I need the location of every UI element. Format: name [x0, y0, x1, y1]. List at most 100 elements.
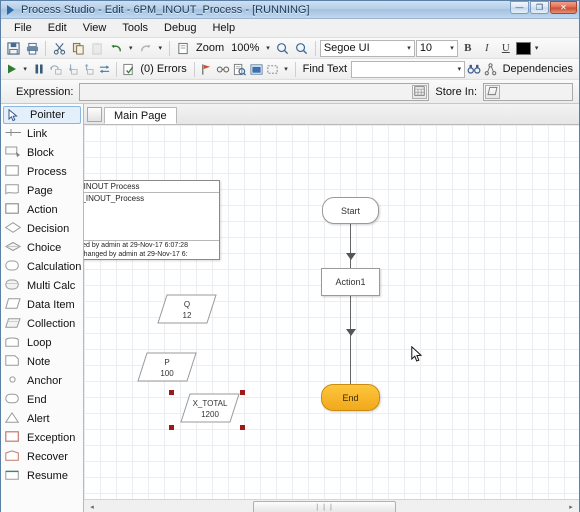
search-doc-icon[interactable] [232, 60, 247, 78]
horizontal-scrollbar[interactable]: ◂ ❘❘❘ ▸ [84, 499, 579, 512]
store-in-input[interactable] [483, 82, 573, 101]
tool-recover[interactable]: Recover [1, 447, 83, 466]
tool-page[interactable]: Page [1, 181, 83, 200]
window-controls: — ❐ ✕ [510, 1, 577, 14]
expression-input[interactable] [79, 82, 430, 101]
redo-icon[interactable] [137, 39, 155, 57]
save-icon[interactable] [4, 39, 22, 57]
menu-tools[interactable]: Tools [114, 20, 156, 36]
font-size-select[interactable]: 10 ▾ [415, 39, 458, 57]
menu-view[interactable]: View [75, 20, 115, 36]
tool-data-item[interactable]: Data Item [1, 295, 83, 314]
note-title: 6PM INOUT Process [84, 181, 219, 193]
tool-process[interactable]: Process [1, 162, 83, 181]
close-button[interactable]: ✕ [550, 1, 577, 14]
tool-exception[interactable]: Exception [1, 428, 83, 447]
process-canvas[interactable]: 6PM INOUT Process 6PM_INOUT_Process Crea… [84, 125, 579, 499]
select-dropdown-icon[interactable]: ▾ [281, 65, 291, 73]
tool-resume[interactable]: Resume [1, 466, 83, 485]
validate-icon[interactable] [121, 60, 136, 78]
tool-block[interactable]: Block [1, 143, 83, 162]
chevron-down-icon[interactable]: chevron-down-icon [87, 107, 102, 122]
pause-icon[interactable] [31, 60, 46, 78]
tool-alert[interactable]: Alert [1, 409, 83, 428]
data-item-value: 12 [182, 311, 192, 320]
scroll-track[interactable]: ❘❘❘ [100, 500, 563, 512]
menu-edit[interactable]: Edit [40, 20, 75, 36]
flag-icon[interactable] [199, 60, 214, 78]
tool-multi-calc[interactable]: Multi Calc [1, 276, 83, 295]
data-item-p[interactable]: P 100 [137, 352, 197, 382]
redo-dropdown-icon[interactable]: ▾ [156, 44, 166, 52]
binoculars-plus-icon[interactable] [466, 60, 482, 78]
menu-debug[interactable]: Debug [156, 20, 204, 36]
text-color-dropdown-icon[interactable]: ▾ [532, 44, 542, 52]
zoom-page-icon[interactable] [174, 39, 192, 57]
tool-choice[interactable]: Choice [1, 238, 83, 257]
play-icon[interactable] [4, 60, 19, 78]
scroll-thumb[interactable]: ❘❘❘ [252, 501, 397, 512]
selection-handle-bottom-left[interactable] [169, 425, 174, 430]
tool-pointer[interactable]: Pointer [3, 106, 81, 124]
data-item-q[interactable]: Q 12 [157, 294, 217, 324]
selection-handle-bottom-right[interactable] [240, 425, 245, 430]
process-note-box[interactable]: 6PM INOUT Process 6PM_INOUT_Process Crea… [84, 180, 220, 260]
underline-button[interactable]: U [497, 39, 515, 57]
debug-separator [116, 61, 117, 77]
zoom-value[interactable]: 100% [228, 42, 262, 54]
tool-end[interactable]: End [1, 390, 83, 409]
step-into-icon[interactable] [64, 60, 79, 78]
paste-icon[interactable] [88, 39, 106, 57]
glasses-icon[interactable] [215, 60, 231, 78]
italic-button[interactable]: I [478, 39, 496, 57]
tool-anchor[interactable]: Anchor [1, 371, 83, 390]
text-color-swatch[interactable] [515, 41, 531, 55]
tab-main-page[interactable]: Main Page [104, 107, 177, 124]
find-text-input[interactable]: ▾ [351, 60, 466, 78]
bold-button[interactable]: B [459, 39, 477, 57]
panel-icon[interactable] [248, 60, 263, 78]
tool-loop[interactable]: Loop [1, 333, 83, 352]
process-studio-window: Process Studio - Edit - 6PM_INOUT_Proces… [0, 0, 580, 512]
step-out-icon[interactable] [80, 60, 95, 78]
undo-dropdown-icon[interactable]: ▾ [126, 44, 136, 52]
scroll-right-button[interactable]: ▸ [563, 500, 579, 512]
action-icon [5, 203, 22, 216]
font-family-select[interactable]: Segoe UI ▾ [319, 39, 415, 57]
zoom-out-icon[interactable] [293, 39, 311, 57]
tool-link[interactable]: Link [1, 124, 83, 143]
tool-calculation[interactable]: Calculation [1, 257, 83, 276]
calculator-icon[interactable] [412, 84, 428, 99]
tool-action[interactable]: Action [1, 200, 83, 219]
node-start[interactable]: Start [322, 197, 379, 224]
menu-help[interactable]: Help [204, 20, 243, 36]
connector-start-action1[interactable] [350, 223, 351, 269]
close-icon: ✕ [560, 3, 567, 12]
copy-icon[interactable] [69, 39, 87, 57]
print-icon[interactable] [23, 39, 41, 57]
tool-note[interactable]: Note [1, 352, 83, 371]
dependencies-icon[interactable] [483, 60, 498, 78]
run-dropdown-icon[interactable]: ▾ [20, 65, 30, 73]
minimize-button[interactable]: — [510, 1, 529, 14]
node-action1[interactable]: Action1 [321, 268, 380, 296]
scroll-left-button[interactable]: ◂ [84, 500, 100, 512]
step-over-icon[interactable] [47, 60, 62, 78]
undo-icon[interactable] [107, 39, 125, 57]
tool-decision[interactable]: Decision [1, 219, 83, 238]
zoom-in-icon[interactable] [274, 39, 292, 57]
errors-count-label[interactable]: (0) Errors [137, 63, 189, 75]
menu-file[interactable]: File [6, 20, 40, 36]
selection-handle-top-right[interactable] [240, 390, 245, 395]
data-item-x-total[interactable]: X_TOTAL 1200 [180, 393, 240, 423]
select-region-icon[interactable] [265, 60, 280, 78]
data-item-icon[interactable] [485, 84, 500, 99]
maximize-button[interactable]: ❐ [530, 1, 549, 14]
dependencies-label[interactable]: Dependencies [500, 63, 576, 75]
node-end[interactable]: End [321, 384, 380, 411]
cut-icon[interactable] [50, 39, 68, 57]
zoom-dropdown-icon[interactable]: ▾ [263, 44, 273, 52]
tool-collection[interactable]: Collection [1, 314, 83, 333]
selection-handle-top-left[interactable] [169, 390, 174, 395]
reset-icon[interactable] [97, 60, 112, 78]
